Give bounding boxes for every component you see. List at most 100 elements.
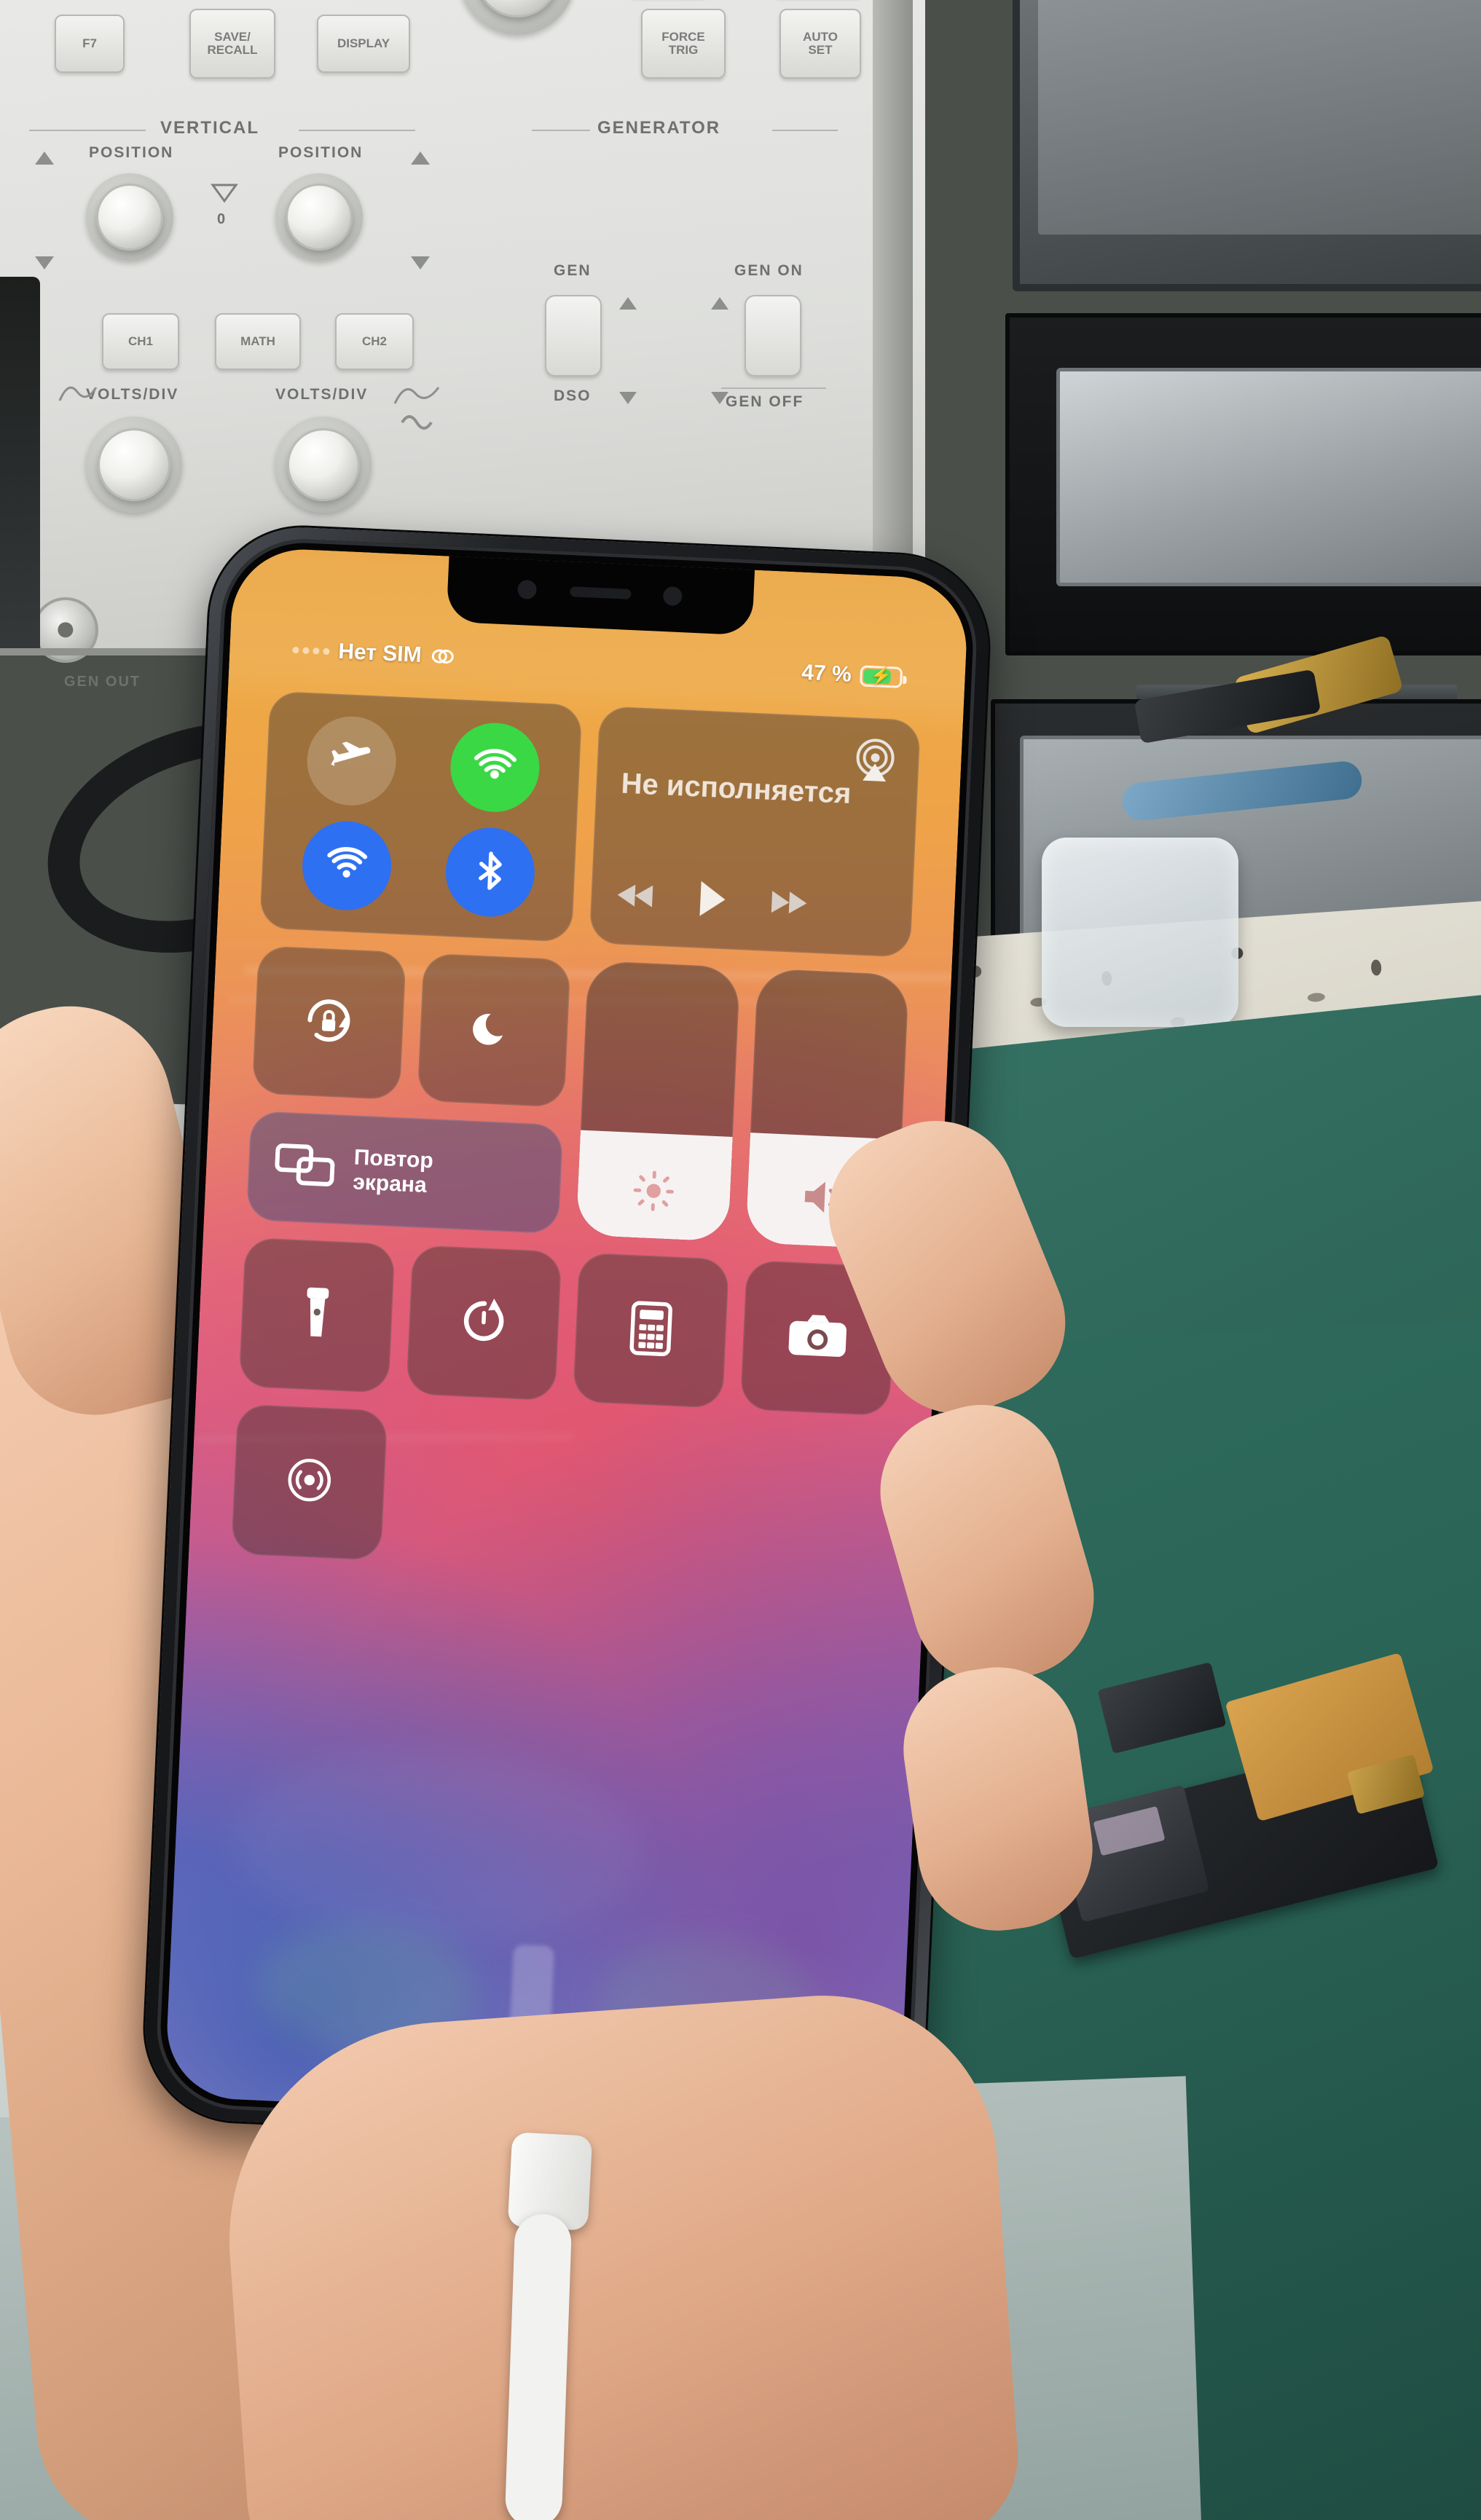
bnc-connector[interactable]	[33, 597, 98, 663]
timer-toggle[interactable]	[405, 1244, 562, 1401]
lightning-bolt-icon: ⚡	[870, 665, 893, 687]
scope-button-auto-set[interactable]: AUTO SET	[779, 9, 861, 79]
carrier-label: Нет SIM	[337, 639, 423, 667]
connectivity-tile[interactable]	[259, 690, 583, 942]
arrow-up-icon-right	[411, 151, 430, 165]
scope-button-save-recall-label: SAVE/ RECALL	[207, 30, 258, 57]
link-icon	[430, 645, 455, 669]
camera-icon	[787, 1312, 849, 1364]
scope-section-generator: GENERATOR	[597, 118, 721, 138]
cc-row-top: Не исполняется	[259, 690, 921, 958]
scope-label-gen-out: GEN OUT	[64, 674, 141, 690]
screen-mirroring-label-line1: Повтор	[353, 1145, 434, 1173]
battery-percent-label: 47 %	[801, 660, 852, 687]
scope-label-position-ch2: POSITION	[278, 144, 364, 161]
arrow-down-icon-genon	[711, 392, 728, 404]
scope-button-f7[interactable]: F7	[55, 15, 125, 73]
rotation-lock-icon	[302, 993, 356, 1052]
screen-mirroring-tile[interactable]: Повтор экрана	[245, 1110, 564, 1234]
battery-icon: ⚡	[860, 664, 903, 688]
scope-label-position-ch1: POSITION	[89, 144, 174, 161]
cellular-waves-icon	[471, 742, 519, 793]
scope-label-gen-on: GEN ON	[734, 262, 804, 279]
scope-button-force-trig-label: FORCE TRIG	[661, 30, 705, 57]
brightness-sun-icon	[630, 1167, 677, 1214]
cc-extra-row	[231, 1403, 888, 1583]
calculator-toggle[interactable]	[573, 1252, 729, 1409]
bluetooth-toggle[interactable]	[444, 825, 537, 919]
media-playback-tile[interactable]: Не исполняется	[589, 706, 921, 958]
scope-button-save-recall[interactable]: SAVE/ RECALL	[189, 9, 275, 79]
arrow-down-icon-gen	[619, 392, 637, 404]
scope-knob-voltsdiv-ch2[interactable]	[287, 428, 360, 501]
metal-tray	[1056, 368, 1481, 586]
screen-mirroring-label-line2: экрана	[352, 1170, 428, 1197]
media-controls	[615, 875, 888, 934]
scope-button-ch2[interactable]: CH2	[335, 313, 414, 370]
metal-shelf-top	[1013, 0, 1481, 291]
screen-mirroring-label: Повтор экрана	[353, 1145, 434, 1197]
hearing-toggle[interactable]	[231, 1403, 388, 1561]
wifi-icon	[324, 841, 370, 891]
iphone-device[interactable]: Нет SIM 47 % ⚡ Не исполняется Повтор экр…	[141, 523, 993, 2153]
screen-mirroring-icon	[274, 1142, 336, 1194]
brightness-slider[interactable]	[575, 960, 740, 1242]
scope-button-gen-on-off[interactable]	[745, 295, 801, 377]
scope-button-ch1[interactable]: CH1	[102, 313, 179, 370]
scope-knob-position-ch1[interactable]	[96, 184, 163, 251]
timer-icon	[455, 1293, 512, 1352]
airplay-icon[interactable]	[851, 736, 900, 785]
scope-button-force-trig[interactable]: FORCE TRIG	[641, 9, 726, 79]
scope-label-voltsdiv-2: VOLTS/DIV	[275, 386, 369, 403]
scope-section-vertical: VERTICAL	[160, 118, 259, 138]
media-title-text: Не исполняется	[620, 767, 852, 810]
cc-toggle-pair	[251, 945, 571, 1108]
scope-label-dso: DSO	[554, 387, 592, 404]
scope-label-gen-off: GEN OFF	[726, 393, 804, 410]
rotation-lock-toggle[interactable]	[251, 945, 406, 1100]
scope-knob-voltsdiv-ch1[interactable]	[98, 428, 170, 501]
wifi-toggle[interactable]	[300, 819, 394, 913]
scope-button-math[interactable]: MATH	[215, 313, 301, 370]
metal-shelf-inner	[1038, 0, 1481, 235]
arrow-down-icon-right	[411, 256, 430, 269]
flashlight-icon	[296, 1284, 337, 1346]
scope-label-ground: 0	[217, 211, 227, 227]
hand-lower-palm	[214, 1983, 1024, 2520]
control-center[interactable]: Не исполняется Повтор экрана	[231, 690, 921, 1583]
scope-button-display[interactable]: DISPLAY	[317, 15, 410, 73]
arrow-down-icon-left	[35, 256, 54, 269]
scope-knob-position-ch2[interactable]	[286, 184, 353, 251]
ground-symbol-icon	[210, 181, 239, 204]
fast-forward-icon[interactable]	[766, 887, 809, 921]
scope-label-gen: GEN	[554, 262, 592, 279]
do-not-disturb-toggle[interactable]	[417, 953, 571, 1108]
cc-row-middle: Повтор экрана	[245, 945, 910, 1249]
bluetooth-icon	[468, 848, 512, 897]
arrow-up-icon-left	[35, 151, 54, 165]
lightning-cable-wire	[504, 2213, 573, 2520]
airplane-mode-toggle[interactable]	[305, 714, 398, 808]
rewind-icon[interactable]	[616, 880, 658, 914]
cellular-data-toggle[interactable]	[448, 721, 541, 814]
signal-dots-icon	[292, 646, 330, 655]
plastic-case	[1042, 838, 1238, 1027]
cc-left-column: Повтор экрана	[245, 945, 571, 1234]
scope-left-dark-panel	[0, 277, 40, 655]
calculator-icon	[629, 1300, 674, 1361]
arrow-up-icon-genon	[711, 297, 728, 310]
cc-utilities-row	[238, 1237, 896, 1417]
waveform-sine-icon	[58, 379, 109, 405]
play-icon[interactable]	[695, 878, 729, 923]
scope-side-edge	[873, 0, 913, 634]
hearing-icon	[282, 1453, 337, 1511]
scope-button-gen[interactable]	[545, 295, 602, 377]
waveform-tilde-icon	[399, 408, 450, 433]
flashlight-toggle[interactable]	[238, 1237, 396, 1394]
phone-screen[interactable]: Нет SIM 47 % ⚡ Не исполняется Повтор экр…	[164, 546, 970, 2130]
moon-icon	[469, 1004, 518, 1056]
arrow-up-icon-gen	[619, 297, 637, 310]
scope-button-auto-set-label: AUTO SET	[803, 30, 838, 57]
photo-scene: VERTICAL GENERATOR F7 SAVE/ RECALL DISPL…	[0, 0, 1481, 2520]
waveform-sine-icon-2	[393, 379, 452, 408]
